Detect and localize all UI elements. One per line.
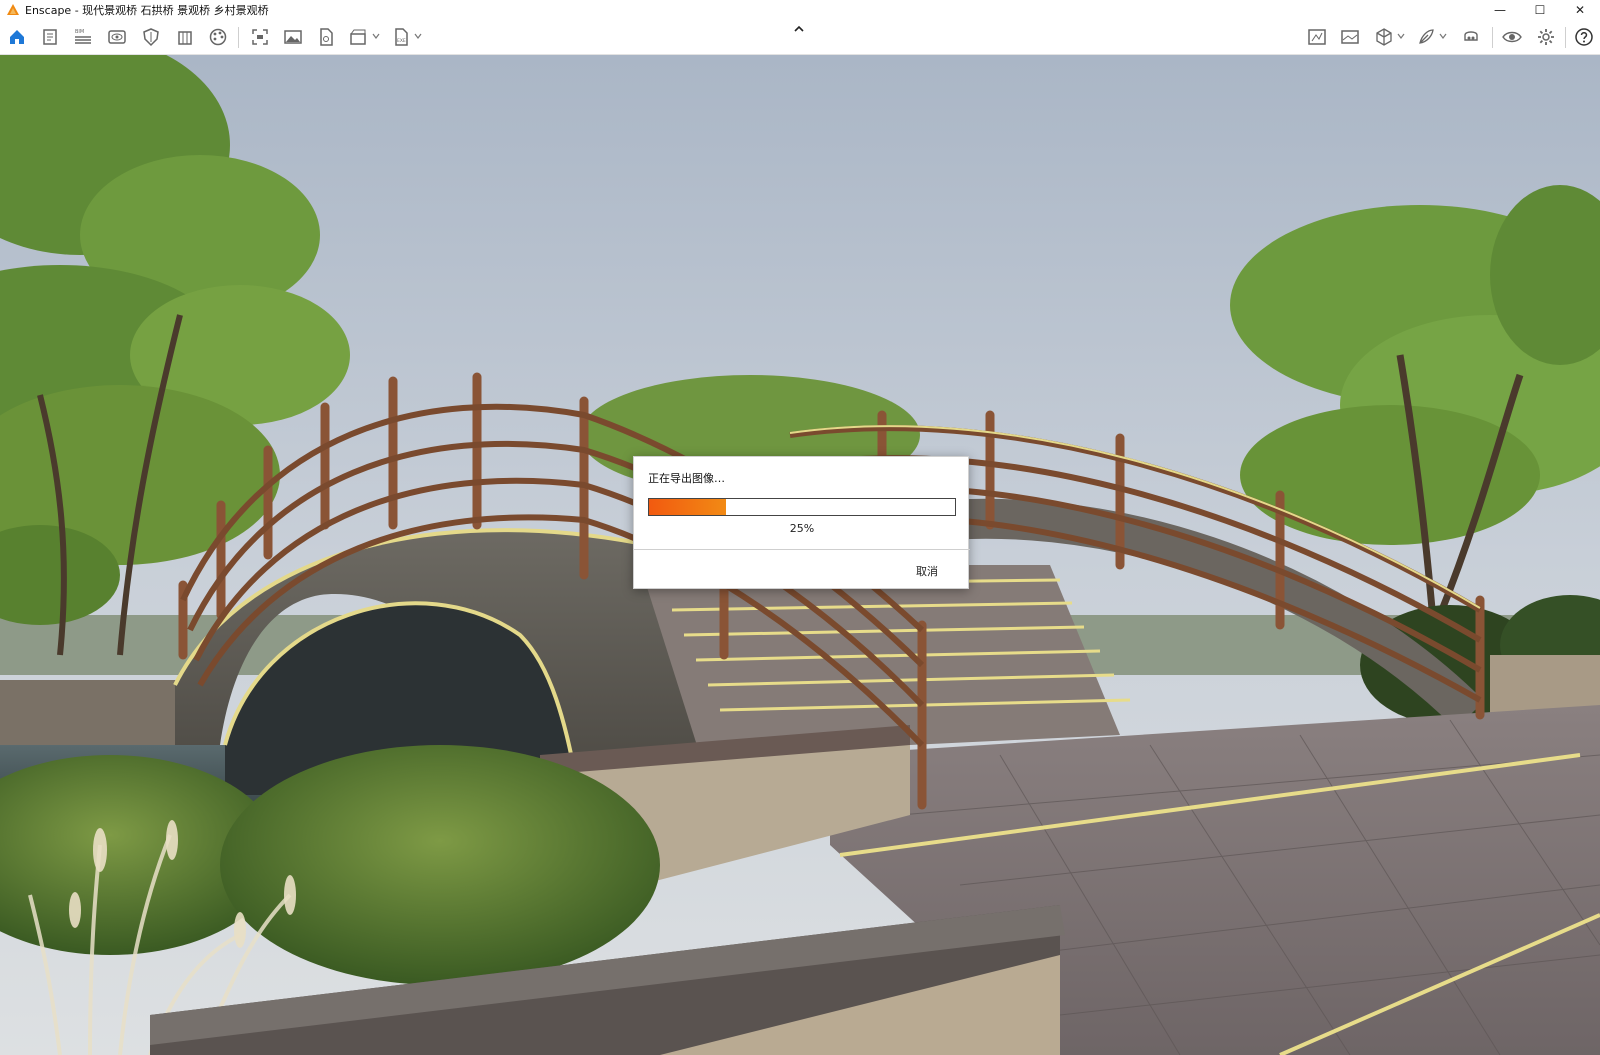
progress-bar: [648, 498, 956, 516]
collapse-toolbar-icon[interactable]: [793, 25, 805, 33]
document-icon[interactable]: [39, 26, 61, 48]
toolbar-separator: [1565, 27, 1566, 48]
dialog-divider: [634, 549, 970, 550]
progress-percentage: 25%: [789, 522, 815, 535]
chevron-down-icon[interactable]: [372, 32, 380, 40]
export-progress-dialog: 正在导出图像… 25% 取消: [633, 456, 970, 589]
building-icon[interactable]: [174, 26, 196, 48]
shield-icon[interactable]: [140, 26, 162, 48]
doc-export-icon[interactable]: [315, 26, 337, 48]
progress-bar-fill: [649, 499, 726, 515]
palette-icon[interactable]: [207, 26, 229, 48]
close-button[interactable]: ✕: [1560, 0, 1600, 20]
window-title: Enscape - 现代景观桥 石拱桥 景观桥 乡村景观桥: [25, 4, 269, 17]
toolbar-separator: [1492, 27, 1493, 48]
chevron-down-icon[interactable]: [1439, 32, 1447, 40]
bim-icon[interactable]: BIM: [72, 26, 94, 48]
vr-icon[interactable]: [1460, 26, 1482, 48]
chevron-down-icon[interactable]: [414, 32, 422, 40]
enscape-logo-icon: [7, 4, 19, 15]
title-bar: Enscape - 现代景观桥 石拱桥 景观桥 乡村景观桥 — ☐ ✕: [0, 0, 1600, 20]
video-icon[interactable]: [348, 26, 370, 48]
svg-text:EXE: EXE: [397, 38, 406, 44]
cancel-button[interactable]: 取消: [916, 563, 938, 579]
toolbar-separator: [238, 27, 239, 48]
minimize-button[interactable]: —: [1480, 0, 1520, 20]
panorama-icon[interactable]: [1339, 26, 1361, 48]
dialog-title: 正在导出图像…: [648, 472, 725, 485]
maximize-button[interactable]: ☐: [1520, 0, 1560, 20]
home-icon[interactable]: [6, 26, 28, 48]
cube-icon[interactable]: [1373, 26, 1395, 48]
svg-text:BIM: BIM: [75, 29, 84, 35]
screenshot-icon[interactable]: [249, 26, 271, 48]
eye-box-icon[interactable]: [106, 26, 128, 48]
map-icon[interactable]: [1306, 26, 1328, 48]
help-icon[interactable]: [1573, 26, 1595, 48]
chevron-down-icon[interactable]: [1397, 32, 1405, 40]
settings-icon[interactable]: [1535, 26, 1557, 48]
exe-icon[interactable]: EXE: [390, 26, 412, 48]
visibility-icon[interactable]: [1501, 26, 1523, 48]
feather-icon[interactable]: [1415, 26, 1437, 48]
image-icon[interactable]: [282, 26, 304, 48]
